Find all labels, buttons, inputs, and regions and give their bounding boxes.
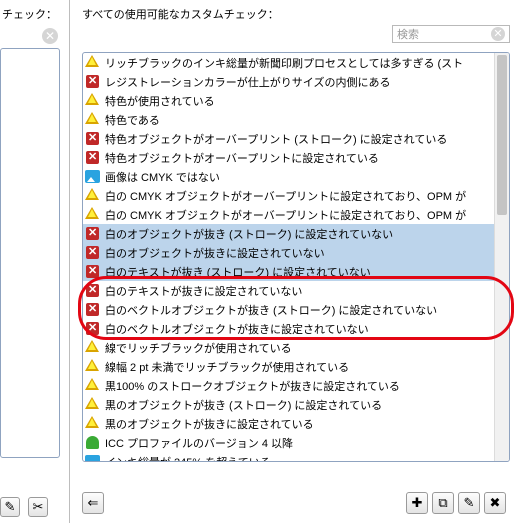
x-icon	[85, 131, 101, 146]
x-icon	[85, 321, 101, 336]
list-item[interactable]: 白のベクトルオブジェクトが抜き (ストローク) に設定されていない	[83, 300, 494, 319]
list-item[interactable]: 白のベクトルオブジェクトが抜きに設定されていない	[83, 319, 494, 338]
green-icon	[85, 435, 101, 450]
pencil-icon: ✎	[464, 495, 475, 511]
list-item[interactable]: 白のオブジェクトが抜きに設定されていない	[83, 243, 494, 262]
edit-button[interactable]: ✎	[458, 492, 480, 514]
img-icon	[85, 169, 101, 184]
list-item-label: 特色である	[105, 112, 160, 128]
back-button[interactable]: ⇐	[82, 492, 104, 514]
list-item[interactable]: リッチブラックのインキ総量が新聞印刷プロセスとしては多すぎる (スト	[83, 53, 494, 72]
list-item-label: 白のベクトルオブジェクトが抜き (ストローク) に設定されていない	[105, 302, 437, 318]
list-item[interactable]: ICC プロファイルのバージョン 4 以降	[83, 433, 494, 452]
scrollbar[interactable]	[494, 53, 509, 461]
list-item-label: 白のオブジェクトが抜き (ストローク) に設定されていない	[105, 226, 393, 242]
list-item-label: 白の CMYK オブジェクトがオーバープリントに設定されており、OPM が	[105, 207, 466, 223]
list-item-label: 白のテキストが抜き (ストローク) に設定されていない	[105, 264, 371, 280]
x-icon	[85, 150, 101, 165]
back-icon: ⇐	[88, 495, 99, 511]
warn-icon	[85, 340, 101, 355]
warn-icon	[85, 188, 101, 203]
list-item[interactable]: レジストレーションカラーが仕上がりサイズの内側にある	[83, 72, 494, 91]
clear-icon[interactable]: ✕	[42, 28, 58, 44]
left-panel-label: チェック：	[2, 6, 57, 22]
warn-icon	[85, 416, 101, 431]
list-item[interactable]: 黒のオブジェクトが抜きに設定されている	[83, 414, 494, 433]
list-item[interactable]: 白のテキストが抜き (ストローク) に設定されていない	[83, 262, 494, 281]
duplicate-icon: ⧉	[438, 495, 447, 511]
left-edit-button[interactable]: ✎	[0, 497, 20, 517]
list-item[interactable]: 白の CMYK オブジェクトがオーバープリントに設定されており、OPM が	[83, 205, 494, 224]
list-item[interactable]: 線幅 2 pt 未満でリッチブラックが使用されている	[83, 357, 494, 376]
list-item-label: レジストレーションカラーが仕上がりサイズの内側にある	[105, 74, 390, 90]
list-item[interactable]: 特色が使用されている	[83, 91, 494, 110]
list-item-label: 黒100% のストロークオブジェクトが抜きに設定されている	[105, 378, 400, 394]
list-item-label: 画像は CMYK ではない	[105, 169, 220, 185]
checks-list-inner: リッチブラックのインキ総量が新聞印刷プロセスとしては多すぎる (ストレジストレー…	[83, 53, 494, 461]
list-item-label: リッチブラックのインキ総量が新聞印刷プロセスとしては多すぎる (スト	[105, 55, 463, 71]
pencil-icon: ✎	[5, 499, 16, 515]
x-icon	[85, 226, 101, 241]
left-listbox[interactable]	[0, 48, 60, 458]
left-panel: チェック： ✕ ✎ ✂	[0, 0, 70, 523]
x-icon	[85, 245, 101, 260]
list-item-label: 白のオブジェクトが抜きに設定されていない	[105, 245, 325, 261]
panel-title: すべての使用可能なカスタムチェック：	[82, 6, 279, 22]
clear-search-icon[interactable]: ✕	[491, 27, 505, 41]
right-panel: すべての使用可能なカスタムチェック： 検索 ✕ リッチブラックのインキ総量が新聞…	[78, 0, 520, 523]
list-item-label: 黒のオブジェクトが抜き (ストローク) に設定されている	[105, 397, 382, 413]
x-icon	[85, 74, 101, 89]
list-item-label: 線幅 2 pt 未満でリッチブラックが使用されている	[105, 359, 349, 375]
delete-icon: ✖	[490, 495, 501, 511]
x-icon	[85, 283, 101, 298]
warn-icon	[85, 207, 101, 222]
list-item[interactable]: 線でリッチブラックが使用されている	[83, 338, 494, 357]
scissors-icon: ✂	[33, 499, 44, 515]
add-button[interactable]: ✚	[406, 492, 428, 514]
x-icon	[85, 302, 101, 317]
list-item-label: ICC プロファイルのバージョン 4 以降	[105, 435, 293, 451]
list-item-label: 白のテキストが抜きに設定されていない	[105, 283, 302, 299]
list-item[interactable]: 黒100% のストロークオブジェクトが抜きに設定されている	[83, 376, 494, 395]
list-item-label: 白のベクトルオブジェクトが抜きに設定されていない	[105, 321, 369, 337]
list-item[interactable]: 特色オブジェクトがオーバープリント (ストローク) に設定されている	[83, 129, 494, 148]
search-input[interactable]: 検索 ✕	[392, 25, 510, 43]
warn-icon	[85, 359, 101, 374]
list-item-label: 白の CMYK オブジェクトがオーバープリントに設定されており、OPM が	[105, 188, 466, 204]
img-icon	[85, 454, 101, 461]
list-item-label: 線でリッチブラックが使用されている	[105, 340, 292, 356]
list-item[interactable]: 白のテキストが抜きに設定されていない	[83, 281, 494, 300]
warn-icon	[85, 112, 101, 127]
list-item[interactable]: 白の CMYK オブジェクトがオーバープリントに設定されており、OPM が	[83, 186, 494, 205]
list-item-label: 特色が使用されている	[105, 93, 215, 109]
list-item-label: 特色オブジェクトがオーバープリントに設定されている	[105, 150, 379, 166]
x-icon	[85, 264, 101, 279]
list-item-label: インキ総量が 245% を超えている	[105, 454, 271, 462]
list-item[interactable]: 白のオブジェクトが抜き (ストローク) に設定されていない	[83, 224, 494, 243]
plus-icon: ✚	[412, 495, 423, 511]
warn-icon	[85, 93, 101, 108]
warn-icon	[85, 378, 101, 393]
list-item[interactable]: インキ総量が 245% を超えている	[83, 452, 494, 461]
checks-listbox[interactable]: リッチブラックのインキ総量が新聞印刷プロセスとしては多すぎる (ストレジストレー…	[82, 52, 510, 462]
left-toolbar: ✎ ✂	[0, 497, 52, 517]
warn-icon	[85, 397, 101, 412]
delete-button[interactable]: ✖	[484, 492, 506, 514]
list-item-label: 黒のオブジェクトが抜きに設定されている	[105, 416, 314, 432]
warn-icon	[85, 55, 101, 70]
scroll-thumb[interactable]	[497, 55, 507, 215]
duplicate-button[interactable]: ⧉	[432, 492, 454, 514]
bottom-toolbar: ⇐ ✚ ⧉ ✎ ✖	[82, 489, 510, 517]
list-item[interactable]: 特色オブジェクトがオーバープリントに設定されている	[83, 148, 494, 167]
list-item[interactable]: 画像は CMYK ではない	[83, 167, 494, 186]
left-cut-button[interactable]: ✂	[28, 497, 48, 517]
list-item[interactable]: 特色である	[83, 110, 494, 129]
search-placeholder: 検索	[397, 26, 419, 42]
list-item[interactable]: 黒のオブジェクトが抜き (ストローク) に設定されている	[83, 395, 494, 414]
list-item-label: 特色オブジェクトがオーバープリント (ストローク) に設定されている	[105, 131, 447, 147]
